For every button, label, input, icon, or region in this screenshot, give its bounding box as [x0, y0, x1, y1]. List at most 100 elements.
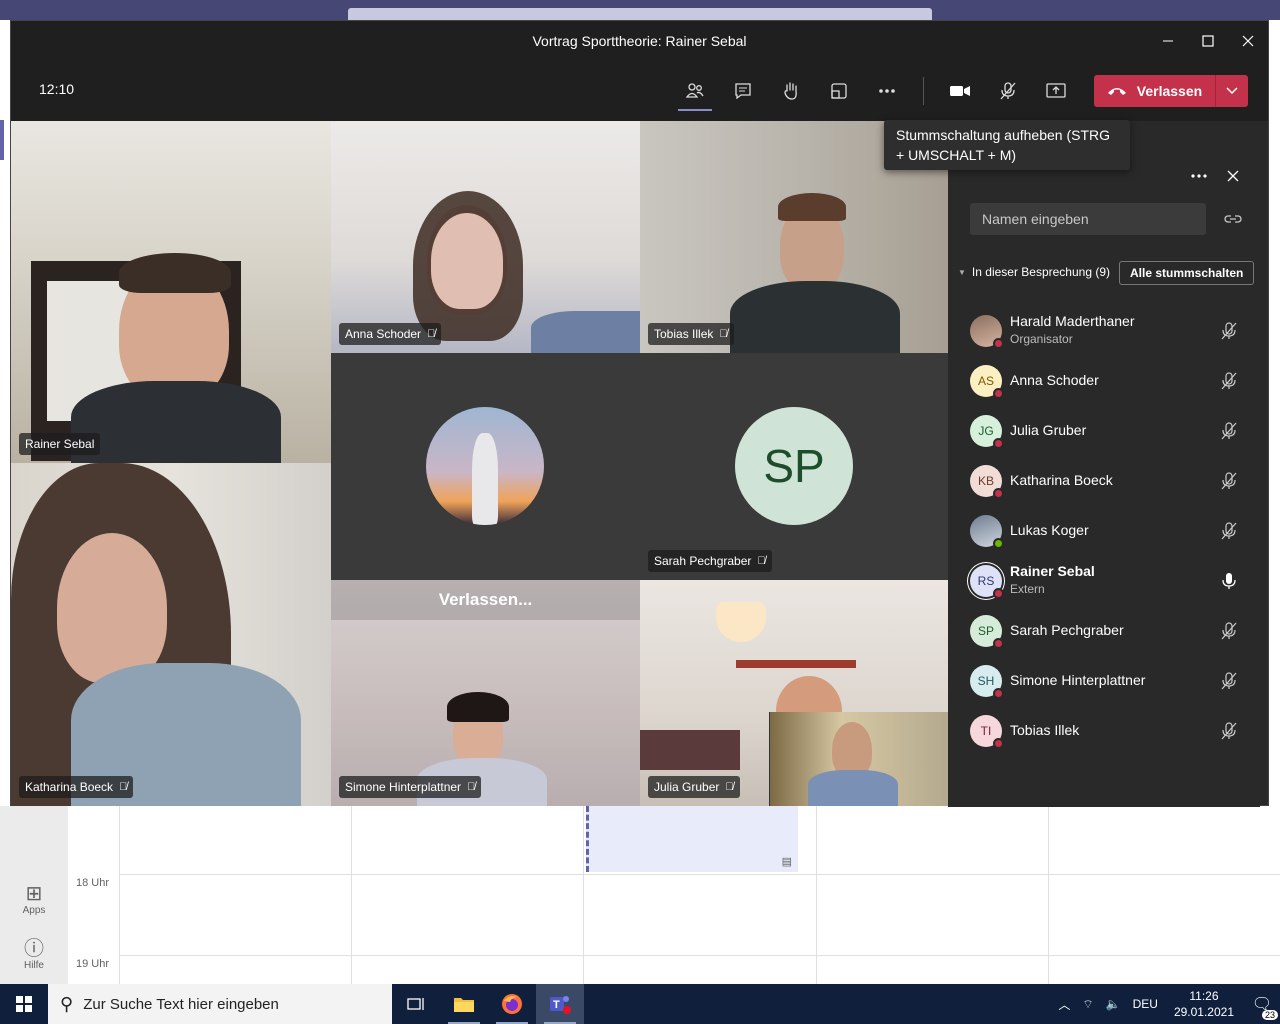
nametag-label: Anna Schoder	[345, 327, 422, 341]
video-person-face	[431, 213, 503, 309]
panel-close-button[interactable]	[1218, 161, 1248, 191]
participant-row[interactable]: KB Katharina Boeck	[948, 456, 1260, 506]
start-button[interactable]	[0, 984, 48, 1024]
copy-invite-link-button[interactable]	[1220, 207, 1246, 231]
show-participants-button[interactable]	[678, 75, 712, 111]
mic-muted-icon: 🎙̸	[467, 781, 476, 793]
raise-hand-button[interactable]	[774, 75, 808, 107]
video-background-lamp	[716, 602, 766, 642]
participant-row[interactable]: Harald Maderthaner Organisator	[948, 306, 1260, 356]
video-tile-katharina[interactable]: Katharina Boeck 🎙̸	[11, 463, 331, 806]
more-icon	[879, 89, 895, 93]
nametag-label: Sarah Pechgraber	[654, 554, 752, 568]
rooms-icon	[831, 83, 847, 99]
mic-muted-icon: 🎙̸	[725, 781, 734, 793]
video-background-shelf	[736, 660, 856, 668]
close-icon	[1242, 35, 1254, 47]
rail-item-help[interactable]: ⓘ Hilfe	[0, 938, 68, 971]
taskbar-search-placeholder: Zur Suche Text hier eingeben	[83, 995, 279, 1013]
task-view-button[interactable]	[392, 984, 440, 1024]
video-tile-sarah[interactable]: SP Sarah Pechgraber 🎙̸	[640, 353, 949, 580]
leave-options-button[interactable]	[1216, 87, 1248, 95]
network-icon[interactable]: ⌔	[1082, 997, 1093, 1012]
taskbar-clock[interactable]: 11:26 29.01.2021	[1174, 988, 1234, 1020]
caret-down-icon: ▼	[958, 267, 966, 277]
participant-role: Extern	[1010, 582, 1045, 596]
mic-muted-icon[interactable]	[1218, 470, 1240, 492]
video-person-hair	[778, 193, 846, 221]
camera-icon	[950, 86, 970, 96]
firefox-icon	[502, 994, 522, 1014]
self-view-video[interactable]	[769, 712, 949, 806]
video-tile-anna[interactable]: Anna Schoder 🎙̸	[331, 121, 640, 353]
mic-muted-icon[interactable]	[1218, 670, 1240, 692]
hour-label: 19 Uhr	[76, 958, 110, 970]
participant-row[interactable]: JG Julia Gruber	[948, 406, 1260, 456]
participant-search-input[interactable]	[970, 203, 1206, 235]
section-header-in-meeting[interactable]: ▼ In dieser Besprechung (9)	[958, 265, 1110, 279]
participant-row[interactable]: SP Sarah Pechgraber	[948, 606, 1260, 656]
mute-all-button[interactable]: Alle stummschalten	[1119, 261, 1255, 285]
presence-status-icon	[993, 588, 1004, 599]
participant-nametag: Katharina Boeck 🎙̸	[19, 776, 134, 798]
taskbar-search-box[interactable]: ⚲ Zur Suche Text hier eingeben	[48, 984, 392, 1024]
panel-more-button[interactable]	[1184, 161, 1214, 191]
language-indicator[interactable]: DEU	[1133, 997, 1158, 1011]
participant-role: Organisator	[1010, 332, 1073, 346]
leave-button-group: Verlassen	[1094, 75, 1248, 107]
participant-row[interactable]: TI Tobias Illek	[948, 706, 1260, 756]
mic-muted-icon[interactable]	[1218, 520, 1240, 542]
presence-status-icon	[993, 638, 1004, 649]
participant-avatar: TI	[970, 715, 1004, 749]
mic-button[interactable]	[991, 75, 1025, 107]
share-screen-button[interactable]	[1039, 75, 1073, 107]
maximize-icon	[1202, 35, 1214, 47]
minimize-icon	[1163, 40, 1173, 42]
mic-muted-icon	[1000, 82, 1016, 100]
participants-icon	[685, 83, 704, 98]
mic-muted-icon[interactable]	[1218, 720, 1240, 742]
taskbar-file-explorer[interactable]	[440, 984, 488, 1024]
participant-row[interactable]: SH Simone Hinterplattner	[948, 656, 1260, 706]
maximize-button[interactable]	[1188, 21, 1228, 61]
participants-panel: ▼ In dieser Besprechung (9) Alle stummsc…	[948, 121, 1260, 807]
action-center-button[interactable]: 🗨 23	[1244, 994, 1280, 1020]
show-chat-button[interactable]	[726, 75, 760, 107]
volume-icon[interactable]: 🔈	[1106, 997, 1121, 1011]
presence-status-icon	[993, 488, 1004, 499]
calendar-event[interactable]: ▤	[586, 806, 798, 872]
video-tile-rainer[interactable]: Rainer Sebal	[11, 121, 331, 463]
taskbar-firefox[interactable]	[488, 984, 536, 1024]
close-window-button[interactable]	[1228, 21, 1268, 61]
folder-icon	[454, 998, 474, 1012]
profile-picture-figure	[472, 433, 498, 525]
participant-row[interactable]: RS Rainer Sebal Extern	[948, 556, 1260, 606]
participant-avatar: SP	[970, 615, 1004, 649]
rail-item-apps[interactable]: ⊞ Apps	[0, 883, 68, 916]
mic-on-icon[interactable]	[1218, 570, 1240, 592]
mic-muted-icon[interactable]	[1218, 420, 1240, 442]
leave-button[interactable]: Verlassen	[1094, 75, 1215, 107]
participant-nametag: Sarah Pechgraber 🎙̸	[648, 550, 772, 572]
video-person-body	[71, 381, 281, 463]
video-tile-simone[interactable]: Verlassen... Simone Hinterplattner 🎙̸	[331, 580, 640, 806]
taskbar-teams[interactable]: T	[536, 984, 584, 1024]
minimize-button[interactable]	[1148, 21, 1188, 61]
leaving-status: Verlassen...	[438, 590, 533, 609]
video-tile-avatar[interactable]	[331, 353, 640, 580]
breakout-rooms-button[interactable]	[822, 75, 856, 107]
more-actions-button[interactable]	[870, 75, 904, 107]
camera-button[interactable]	[943, 75, 977, 107]
mic-muted-icon[interactable]	[1218, 320, 1240, 342]
hour-label: 18 Uhr	[76, 877, 110, 889]
participant-row[interactable]: AS Anna Schoder	[948, 356, 1260, 406]
nametag-label: Julia Gruber	[654, 780, 720, 794]
chevron-up-icon[interactable]: ︿	[1058, 996, 1070, 1013]
mic-muted-icon[interactable]	[1218, 620, 1240, 642]
video-tile-julia[interactable]: Julia Gruber 🎙̸	[640, 580, 949, 806]
mic-muted-icon[interactable]	[1218, 370, 1240, 392]
participant-nametag: Anna Schoder 🎙̸	[339, 323, 442, 345]
nametag-label: Rainer Sebal	[25, 437, 95, 451]
participant-row[interactable]: Lukas Koger	[948, 506, 1260, 556]
participant-avatar: SH	[970, 665, 1004, 699]
